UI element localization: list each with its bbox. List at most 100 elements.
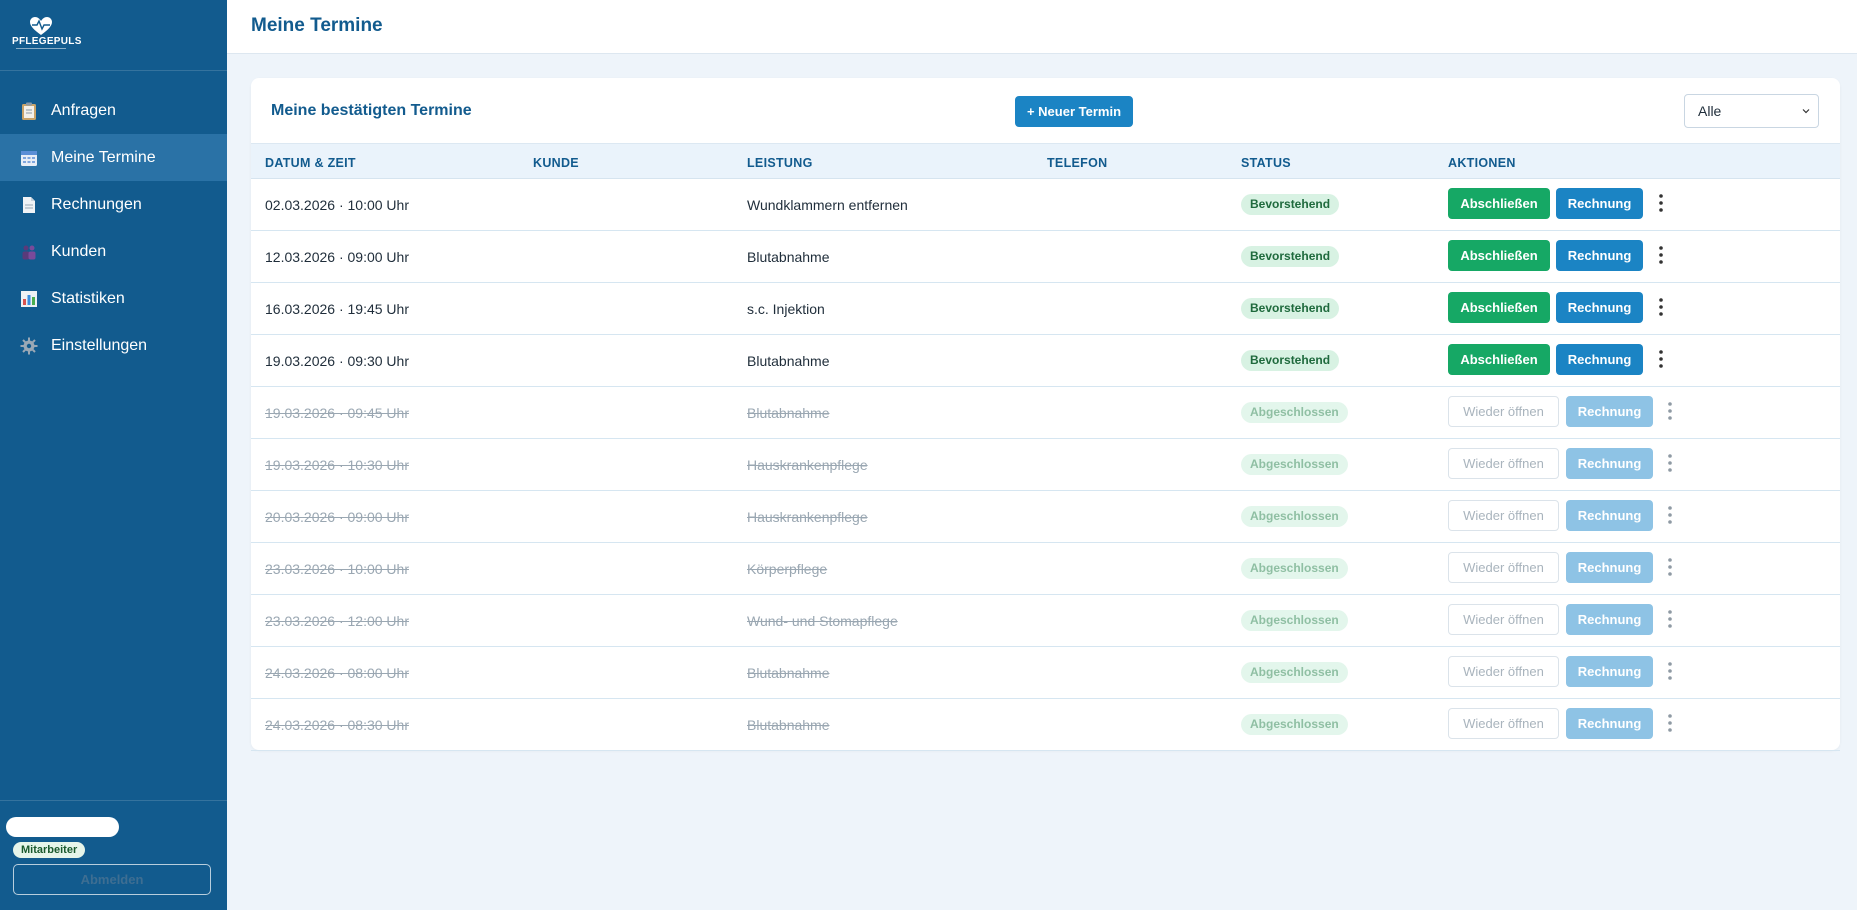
status-filter-select[interactable]: Alle — [1684, 94, 1819, 128]
reopen-button[interactable]: Wieder öffnen — [1448, 656, 1559, 687]
more-options-icon[interactable] — [1663, 712, 1677, 734]
invoice-button[interactable]: Rechnung — [1566, 656, 1653, 687]
invoice-button[interactable]: Rechnung — [1566, 448, 1653, 479]
table-row: 12.03.2026 · 09:00 Uhr Blutabnahme Bevorst… — [251, 231, 1840, 283]
more-options-icon[interactable] — [1654, 296, 1668, 318]
top-header: Meine Termine — [227, 0, 1857, 54]
invoice-button[interactable]: Rechnung — [1556, 292, 1643, 323]
sidebar: PFLEGEPULS Anfragen Meine Termine Rechnu… — [0, 0, 227, 910]
status-badge: Bevorstehend — [1241, 194, 1340, 215]
invoice-button[interactable]: Rechnung — [1556, 344, 1643, 375]
more-options-icon[interactable] — [1663, 400, 1677, 422]
new-appointment-button[interactable]: + Neuer Termin — [1015, 96, 1133, 127]
logo-text: PFLEGEPULS — [12, 36, 82, 47]
invoice-button[interactable]: Rechnung — [1566, 552, 1653, 583]
appointment-service: Hauskrankenpflege — [747, 509, 868, 525]
sidebar-item-label: Rechnungen — [51, 195, 142, 213]
complete-button[interactable]: Abschließen — [1448, 292, 1550, 323]
table-row: 24.03.2026 · 08:00 Uhr Blutabnahme Abgesch… — [251, 647, 1840, 699]
logout-button[interactable]: Abmelden — [13, 864, 211, 895]
more-options-icon[interactable] — [1654, 348, 1668, 370]
status-badge: Abgeschlossen — [1241, 610, 1348, 631]
invoice-button[interactable]: Rechnung — [1556, 188, 1643, 219]
bar-chart-icon — [20, 290, 38, 308]
table-row: 19.03.2026 · 09:30 Uhr Blutabnahme Bevorst… — [251, 335, 1840, 387]
reopen-button[interactable]: Wieder öffnen — [1448, 604, 1559, 635]
status-badge: Abgeschlossen — [1241, 506, 1348, 527]
user-name-redacted — [6, 817, 119, 837]
appointment-service: Wundklammern entfernen — [747, 197, 908, 213]
appointment-service: Wund- und Stomapflege — [747, 613, 898, 629]
column-header-service[interactable]: LEISTUNG — [747, 156, 813, 170]
complete-button[interactable]: Abschließen — [1448, 188, 1550, 219]
table-row: 19.03.2026 · 09:45 Uhr Blutabnahme Abgesch… — [251, 387, 1840, 439]
sidebar-item-statistiken[interactable]: Statistiken — [0, 275, 227, 322]
table-body: 02.03.2026 · 10:00 Uhr Wundklammern entfe… — [251, 179, 1840, 751]
reopen-button[interactable]: Wieder öffnen — [1448, 396, 1559, 427]
appointment-service: Körperpflege — [747, 561, 828, 577]
appointment-service: Blutabnahme — [747, 353, 830, 369]
sidebar-item-meine-termine[interactable]: Meine Termine — [0, 134, 227, 181]
invoice-button[interactable]: Rechnung — [1566, 500, 1653, 531]
card-title: Meine bestätigten Termine — [271, 102, 472, 119]
logo[interactable]: PFLEGEPULS — [0, 0, 227, 71]
status-badge: Abgeschlossen — [1241, 402, 1348, 423]
complete-button[interactable]: Abschließen — [1448, 240, 1550, 271]
appointment-datetime: 12.03.2026 · 09:00 Uhr — [265, 249, 409, 265]
column-header-datetime[interactable]: DATUM & ZEIT — [265, 156, 356, 170]
table-row: 24.03.2026 · 08:30 Uhr Blutabnahme Abgesch… — [251, 699, 1840, 751]
sidebar-nav: Anfragen Meine Termine Rechnungen Kunden… — [0, 87, 227, 369]
role-badge: Mitarbeiter — [13, 842, 86, 858]
appointment-datetime: 19.03.2026 · 09:30 Uhr — [265, 353, 409, 369]
sidebar-footer: Mitarbeiter Abmelden — [0, 800, 227, 910]
appointment-service: s.c. Injektion — [747, 301, 825, 317]
reopen-button[interactable]: Wieder öffnen — [1448, 448, 1559, 479]
table-row: 23.03.2026 · 10:00 Uhr Körperpflege Abgesc… — [251, 543, 1840, 595]
more-options-icon[interactable] — [1663, 556, 1677, 578]
status-badge: Abgeschlossen — [1241, 714, 1348, 735]
more-options-icon[interactable] — [1654, 244, 1668, 266]
status-badge: Abgeschlossen — [1241, 662, 1348, 683]
more-options-icon[interactable] — [1654, 192, 1668, 214]
table-row: 19.03.2026 · 10:30 Uhr Hauskrankenpflege A… — [251, 439, 1840, 491]
reopen-button[interactable]: Wieder öffnen — [1448, 552, 1559, 583]
people-icon — [20, 243, 38, 261]
appointment-datetime: 16.03.2026 · 19:45 Uhr — [265, 301, 409, 317]
sidebar-item-kunden[interactable]: Kunden — [0, 228, 227, 275]
invoice-button[interactable]: Rechnung — [1556, 240, 1643, 271]
invoice-button[interactable]: Rechnung — [1566, 604, 1653, 635]
sidebar-item-rechnungen[interactable]: Rechnungen — [0, 181, 227, 228]
chevron-down-icon — [1802, 109, 1810, 114]
reopen-button[interactable]: Wieder öffnen — [1448, 708, 1559, 739]
column-header-status[interactable]: STATUS — [1241, 156, 1291, 170]
status-badge: Bevorstehend — [1241, 246, 1340, 267]
appointment-datetime: 23.03.2026 · 12:00 Uhr — [265, 613, 409, 629]
complete-button[interactable]: Abschließen — [1448, 344, 1550, 375]
status-badge: Bevorstehend — [1241, 298, 1340, 319]
column-header-customer[interactable]: KUNDE — [533, 156, 579, 170]
invoice-button[interactable]: Rechnung — [1566, 708, 1653, 739]
page-title: Meine Termine — [251, 15, 383, 36]
appointment-datetime: 19.03.2026 · 10:30 Uhr — [265, 457, 409, 473]
column-header-actions: AKTIONEN — [1448, 156, 1516, 170]
reopen-button[interactable]: Wieder öffnen — [1448, 500, 1559, 531]
appointment-service: Blutabnahme — [747, 249, 830, 265]
column-header-phone[interactable]: TELEFON — [1047, 156, 1107, 170]
gear-icon — [20, 337, 38, 355]
appointment-datetime: 19.03.2026 · 09:45 Uhr — [265, 405, 409, 421]
more-options-icon[interactable] — [1663, 452, 1677, 474]
invoice-button[interactable]: Rechnung — [1566, 396, 1653, 427]
more-options-icon[interactable] — [1663, 660, 1677, 682]
clipboard-icon — [20, 102, 38, 120]
appointments-card: Meine bestätigten Termine + Neuer Termin… — [251, 78, 1840, 751]
more-options-icon[interactable] — [1663, 504, 1677, 526]
sidebar-item-einstellungen[interactable]: Einstellungen — [0, 322, 227, 369]
more-options-icon[interactable] — [1663, 608, 1677, 630]
status-badge: Abgeschlossen — [1241, 558, 1348, 579]
sidebar-item-anfragen[interactable]: Anfragen — [0, 87, 227, 134]
appointment-service: Blutabnahme — [747, 665, 830, 681]
appointment-datetime: 20.03.2026 · 09:00 Uhr — [265, 509, 409, 525]
table-row: 02.03.2026 · 10:00 Uhr Wundklammern entfe… — [251, 179, 1840, 231]
sidebar-item-label: Kunden — [51, 242, 107, 260]
card-header: Meine bestätigten Termine + Neuer Termin… — [251, 78, 1840, 144]
